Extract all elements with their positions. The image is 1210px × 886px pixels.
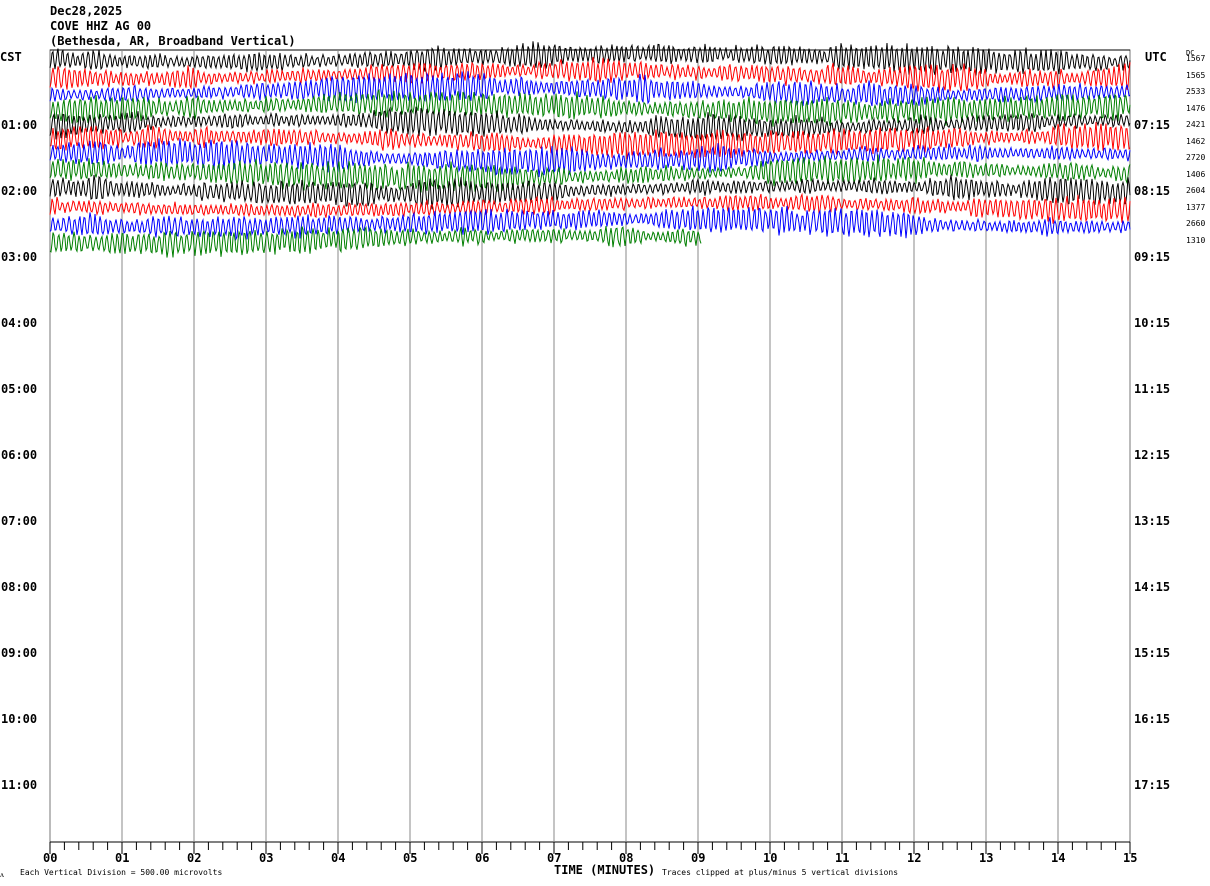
x-tick-label: 09 [691,851,706,865]
cst-hour-label: 04:00 [1,316,38,330]
cst-hour-label: 03:00 [1,250,38,264]
dc-offset-value: 1476 [1186,103,1206,113]
x-tick-label: 04 [331,851,346,865]
cst-hour-label: 02:00 [1,184,38,198]
utc-hour-label: 07:15 [1134,118,1171,132]
logo-mark: ᴧ [0,870,4,879]
x-tick-label: 02 [187,851,202,865]
x-tick-label: 15 [1123,851,1138,865]
x-tick-label: 12 [907,851,922,865]
utc-hour-label: 10:15 [1134,316,1171,330]
clip-note: Traces clipped at plus/minus 5 vertical … [662,868,899,877]
utc-hour-label: 17:15 [1134,778,1171,792]
cst-hour-label: 06:00 [1,448,38,462]
cst-hour-label: 10:00 [1,712,38,726]
plot-frame [49,49,1131,843]
location-label: (Bethesda, AR, Broadband Vertical) [50,34,296,48]
left-zone-label: CST [0,50,22,64]
x-tick-label: 00 [43,851,58,865]
cst-hour-label: 08:00 [1,580,38,594]
x-tick-label: 13 [979,851,994,865]
date-label: Dec28,2025 [50,4,123,18]
dc-offset-value: 2604 [1186,186,1206,195]
dc-offset-value: 2421 [1186,120,1206,129]
cst-hour-label: 05:00 [1,382,38,396]
x-tick-label: 06 [475,851,490,865]
cst-hour-label: 09:00 [1,646,38,660]
x-tick-label: 14 [1051,851,1066,865]
dc-offset-value: 2660 [1186,219,1206,228]
dc-offset-value: 1462 [1186,136,1206,146]
dc-offset-value: 1567 [1186,54,1206,63]
right-zone-label: UTC [1145,50,1167,64]
utc-hour-label: 08:15 [1134,184,1171,198]
seismic-trace [49,225,702,258]
utc-hour-label: 14:15 [1134,580,1171,594]
utc-hour-label: 12:15 [1134,448,1171,462]
dc-offset-value: 1310 [1186,235,1206,245]
dc-offset-value: 1406 [1186,169,1206,179]
x-tick-label: 01 [115,851,130,865]
dc-offset-value: 1565 [1186,70,1206,80]
utc-hour-label: 16:15 [1134,712,1171,726]
seismic-trace [49,154,1131,193]
utc-hour-label: 11:15 [1134,382,1171,396]
helicorder-plot [49,41,1131,854]
cst-hour-label: 11:00 [1,778,38,792]
dc-offset-value: 2720 [1186,153,1206,162]
utc-hour-label: 13:15 [1134,514,1171,528]
x-tick-label: 05 [403,851,418,865]
x-tick-label: 11 [835,851,850,865]
utc-hour-label: 15:15 [1134,646,1171,660]
x-axis-label: TIME (MINUTES) [554,863,656,877]
cst-hour-label: 07:00 [1,514,38,528]
cst-hour-label: 01:00 [1,118,38,132]
utc-hour-label: 09:15 [1134,250,1171,264]
station-label: COVE HHZ AG 00 [50,19,152,33]
x-tick-label: 10 [763,851,778,865]
scale-note: Each Vertical Division = 500.00 microvol… [20,868,223,877]
x-tick-label: 03 [259,851,274,865]
dc-offset-value: 1377 [1186,202,1206,212]
dc-offset-value: 2533 [1186,87,1206,96]
